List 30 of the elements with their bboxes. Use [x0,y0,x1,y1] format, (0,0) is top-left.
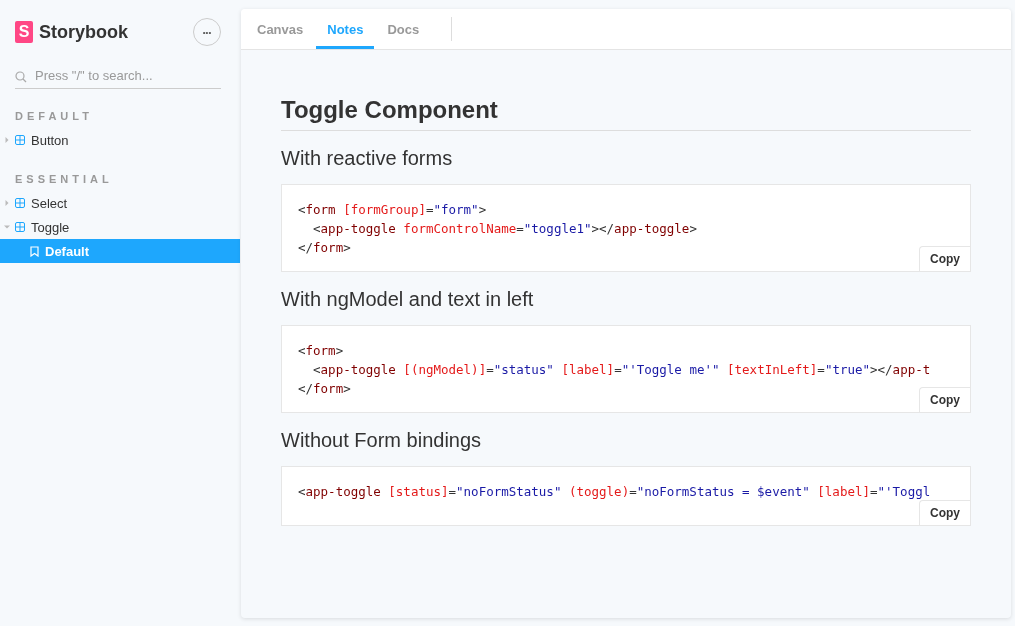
code-line: <app-toggle [status]="noFormStatus" (toggle)="noFormStatus = $event" [label]="'Toggl [298,483,932,501]
section-heading: With ngModel and text in left [281,288,535,311]
doc-title: Toggle Component [281,96,971,131]
section-heading: ESSENTIAL [14,173,114,185]
copy-button[interactable]: Copy [919,387,970,412]
code-line: <form [formGroup]="form"> [298,201,488,219]
code-line: <form> [298,342,345,360]
brand-name: Storybook [39,21,128,43]
grid-icon [15,222,25,232]
code-line: <app-toggle formControlName="toggle1"></app-toggle> [312,220,698,238]
search-field[interactable]: Press "/" to search... [15,64,221,89]
section-heading: DEFAULT [14,110,94,122]
code-line: </form> [298,239,352,257]
tree-item[interactable]: Toggle [0,215,240,239]
code-line: </form> [298,380,352,398]
caret-icon [4,224,10,230]
caret-icon [4,137,10,143]
code-line: <app-toggle [(ngModel)]="status" [label]="'Toggle me'" [textInLeft]="true"></app-t [312,361,932,379]
section-heading: Without Form bindings [281,429,483,452]
grid-icon [15,135,25,145]
search-icon [15,71,27,83]
copy-button[interactable]: Copy [919,500,970,525]
logo-icon: S [15,21,33,43]
tree-item[interactable]: Select [0,191,240,215]
copy-button[interactable]: Copy [919,246,970,271]
caret-icon [4,200,10,206]
bookmark-icon [30,245,39,257]
tree-item[interactable]: Button [0,128,240,152]
section-heading: With reactive forms [281,147,454,170]
grid-icon [15,198,25,208]
